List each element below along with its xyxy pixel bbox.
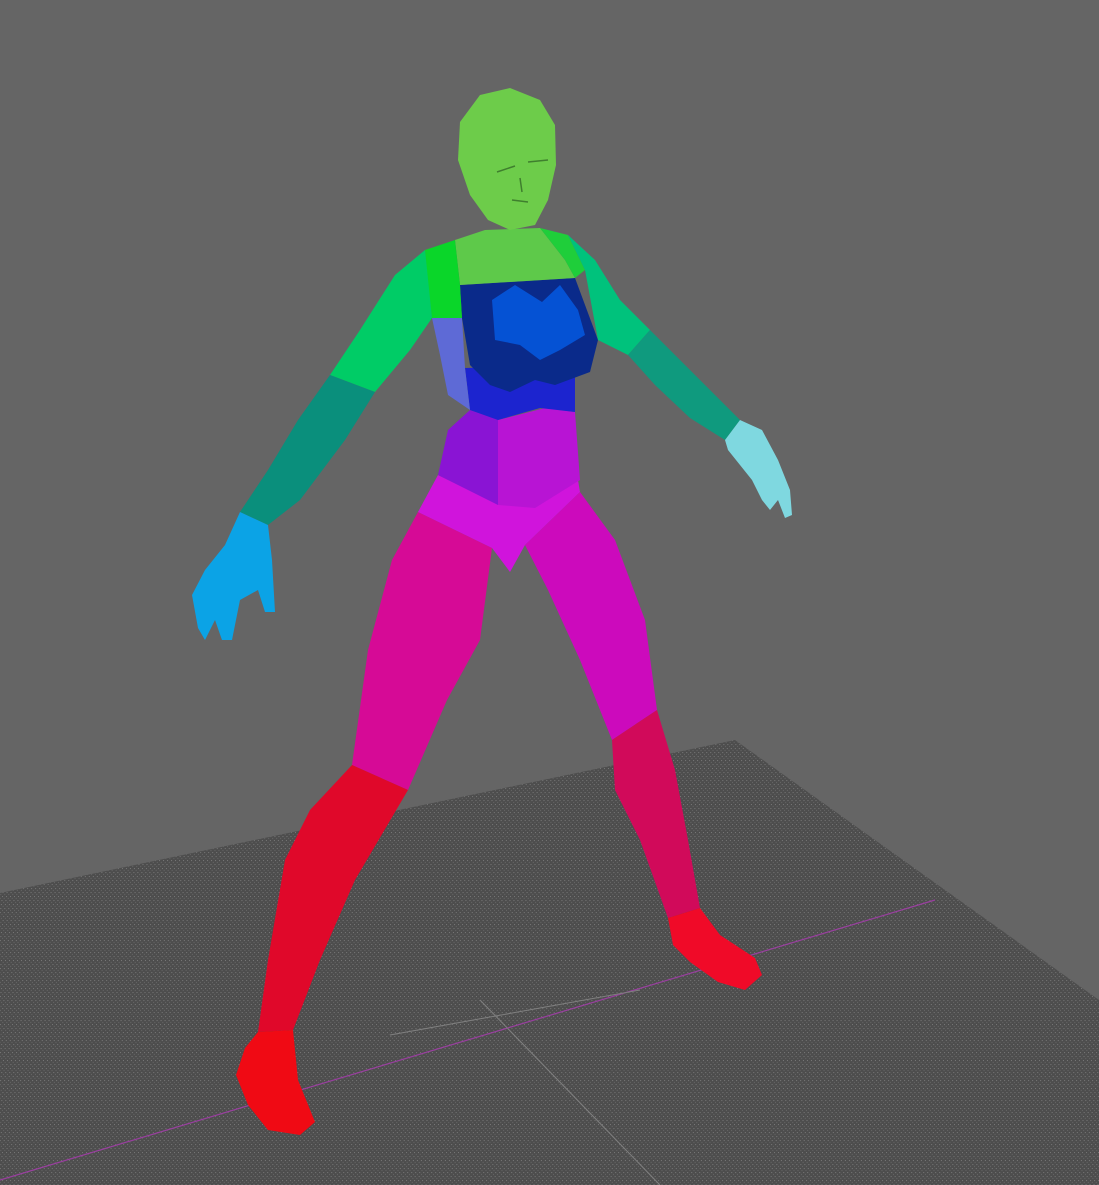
thigh-left (352, 512, 492, 790)
hand-right (725, 420, 792, 518)
upper-arm-left (330, 250, 432, 392)
forearm-right (628, 330, 740, 440)
viewport-canvas[interactable] (0, 0, 1099, 1185)
3d-viewport[interactable] (0, 0, 1099, 1185)
side-torso (432, 318, 470, 410)
head (458, 88, 556, 230)
ground-grid (0, 740, 1099, 1185)
thigh-right (525, 492, 657, 740)
hand-left (192, 512, 275, 640)
forearm-left (240, 375, 375, 525)
